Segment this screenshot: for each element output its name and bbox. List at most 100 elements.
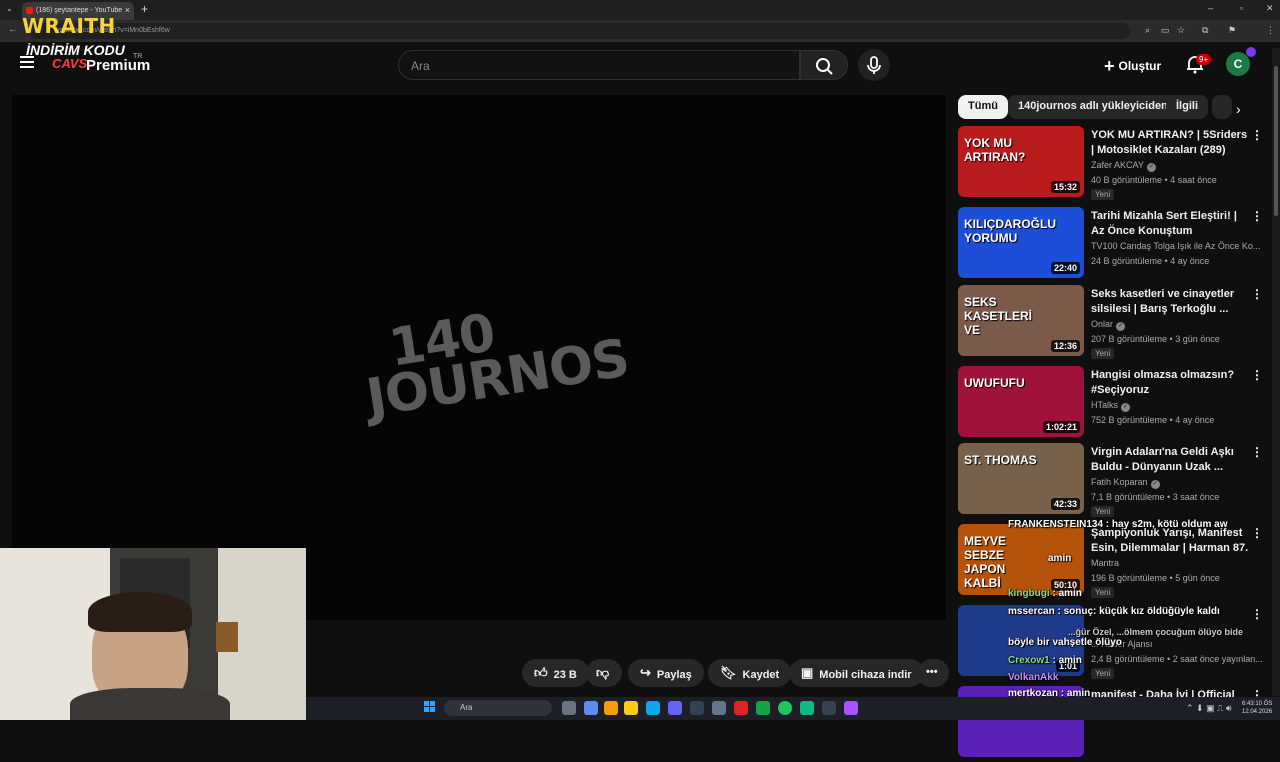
- minimize-button[interactable]: –: [1208, 3, 1213, 13]
- more-vertical-icon[interactable]: ⋮: [1251, 209, 1263, 223]
- chat-username[interactable]: kingbugi: [1008, 588, 1050, 599]
- thumbs-up-icon: 👍︎: [534, 665, 548, 680]
- app2-icon[interactable]: [712, 701, 726, 715]
- video-meta: 196 B görüntüleme • 5 gün önce: [1091, 573, 1220, 583]
- channel-name-text: HTalks: [1091, 400, 1119, 410]
- video-player[interactable]: 140 JOURNOS: [12, 95, 946, 620]
- url-field[interactable]: youtube.com/watch?v=iMn0bEshf6w: [30, 23, 1130, 39]
- chat-username[interactable]: FRANKENSTEIN134: [1008, 519, 1103, 530]
- new-tab-button[interactable]: +: [141, 2, 148, 16]
- windows-start-icon[interactable]: [424, 701, 436, 713]
- maximize-button[interactable]: ▫: [1240, 3, 1243, 13]
- taskview-icon[interactable]: [562, 701, 576, 715]
- youtube-favicon-icon: [26, 7, 33, 14]
- extensions-icon[interactable]: ⧉: [1202, 25, 1208, 36]
- video-thumbnail[interactable]: UWUFUFU 1:02:21: [958, 366, 1084, 437]
- system-tray-icons[interactable]: ⌃ ⬇ ▣ ⎍ 🔊︎: [1186, 703, 1232, 714]
- more-vertical-icon[interactable]: ⋮: [1251, 445, 1263, 459]
- app4-icon[interactable]: [756, 701, 770, 715]
- app5-icon[interactable]: [800, 701, 814, 715]
- close-window-button[interactable]: ✕: [1266, 3, 1274, 14]
- chat-username[interactable]: VolkanAkk: [1008, 672, 1058, 683]
- hamburger-menu-icon[interactable]: [20, 56, 34, 71]
- bookmark-star-icon[interactable]: ☆: [1177, 25, 1185, 36]
- video-title[interactable]: Seks kasetleri ve cinayetler silsilesi |…: [1091, 287, 1251, 317]
- chat-username[interactable]: mssercan: [1008, 606, 1055, 617]
- taskbar-clock[interactable]: 6:43:10 ÖS 12.04.2026: [1242, 700, 1272, 716]
- chat-message: FRANKENSTEIN134 : hay s2m, kötü oldum aw: [1008, 519, 1228, 530]
- more-vertical-icon[interactable]: ⋮: [1251, 607, 1263, 621]
- video-thumbnail[interactable]: ST. THOMAS 42:33: [958, 443, 1084, 514]
- discord-icon[interactable]: [668, 701, 682, 715]
- video-title[interactable]: Hangisi olmazsa olmazsın? #Seçiyoruz: [1091, 368, 1251, 398]
- more-vertical-icon[interactable]: ⋮: [1251, 526, 1263, 540]
- search-button[interactable]: [800, 50, 848, 80]
- recommended-video[interactable]: ST. THOMAS 42:33 Virgin Adaları'na Geldi A…: [958, 443, 1270, 519]
- download-button[interactable]: ▣ Mobil cihaza indir: [789, 659, 924, 687]
- channel-name[interactable]: HTalks ✓: [1091, 400, 1261, 412]
- app6-icon[interactable]: [822, 701, 836, 715]
- chevron-right-icon[interactable]: ›: [1236, 101, 1241, 117]
- chip-all[interactable]: Tümü: [958, 95, 1008, 119]
- voice-search-button[interactable]: [858, 49, 890, 81]
- video-meta: 24 B görüntüleme • 4 ay önce: [1091, 256, 1210, 266]
- spotify-icon[interactable]: [778, 701, 792, 715]
- video-thumbnail[interactable]: YOK MU ARTIRAN? 15:32: [958, 126, 1084, 197]
- page-scrollbar[interactable]: [1272, 48, 1280, 696]
- browser-menu-icon[interactable]: ⋮: [1266, 25, 1275, 36]
- more-vertical-icon[interactable]: ⋮: [1251, 287, 1263, 301]
- chrome-icon[interactable]: [604, 701, 618, 715]
- account-avatar[interactable]: C: [1226, 52, 1250, 76]
- share-button[interactable]: ↪ Paylaş: [628, 659, 704, 687]
- video-thumbnail[interactable]: KILIÇDAROĞLU YORUMU 22:40: [958, 207, 1084, 278]
- channel-name[interactable]: Fatih Koparan ✓: [1091, 477, 1261, 489]
- profile-icon[interactable]: ⚑: [1228, 25, 1236, 36]
- file-explorer-icon[interactable]: [624, 701, 638, 715]
- chip-related[interactable]: İlgili: [1166, 95, 1208, 119]
- chip-more[interactable]: [1212, 95, 1232, 119]
- recommended-video[interactable]: MEYVE SEBZE JAPON KALBİ 50:10 Şampiyonluk …: [958, 524, 1270, 600]
- recommended-video[interactable]: YOK MU ARTIRAN? 15:32 YOK MU ARTIRAN? | 5S…: [958, 126, 1270, 202]
- channel-name[interactable]: Onlar ✓: [1091, 319, 1261, 331]
- save-button[interactable]: 🔖︎ Kaydet: [708, 659, 792, 687]
- video-title[interactable]: Şampiyonluk Yarışı, Manifest Esin, Dilem…: [1091, 526, 1251, 557]
- app-icon[interactable]: [690, 701, 704, 715]
- recommended-video[interactable]: KILIÇDAROĞLU YORUMU 22:40 Tarihi Mizahla S…: [958, 207, 1270, 283]
- browser-avatar[interactable]: [1246, 47, 1256, 57]
- video-title[interactable]: YOK MU ARTIRAN? | 5Sriders | Motosiklet …: [1091, 128, 1251, 158]
- create-button[interactable]: + Oluştur: [1104, 54, 1161, 76]
- channel-name[interactable]: Mantra: [1091, 558, 1261, 568]
- tab-menu-icon[interactable]: ⌄: [6, 4, 13, 13]
- channel-name[interactable]: TV100 Candaş Tolga Işık ile Az Önce Ko..…: [1091, 241, 1261, 251]
- video-meta: 752 B görüntüleme • 4 ay önce: [1091, 415, 1215, 425]
- taskbar-search[interactable]: Ara: [444, 700, 552, 716]
- region-label: TR: [133, 53, 143, 60]
- back-arrow-icon[interactable]: ←: [8, 24, 18, 35]
- zoom-icon[interactable]: ⌕: [1145, 25, 1150, 36]
- scrollbar-thumb[interactable]: [1274, 66, 1278, 216]
- chat-username[interactable]: Crexow1: [1008, 655, 1050, 666]
- copilot-icon[interactable]: [584, 701, 598, 715]
- video-title[interactable]: Tarihi Mizahla Sert Eleştiri! | Az Önce …: [1091, 209, 1251, 239]
- channel-name[interactable]: Zafer AKCAY ✓: [1091, 160, 1261, 172]
- more-vertical-icon[interactable]: ⋮: [1251, 128, 1263, 142]
- video-title[interactable]: Virgin Adaları'na Geldi Aşkı Buldu - Dün…: [1091, 445, 1251, 475]
- recommended-video[interactable]: SEKS KASETLERİ VE 12:36 Seks kasetleri ve …: [958, 285, 1270, 361]
- video-thumbnail[interactable]: SEKS KASETLERİ VE 12:36: [958, 285, 1084, 356]
- search-input[interactable]: Ara: [398, 50, 800, 80]
- cast-icon[interactable]: ▭: [1161, 25, 1170, 36]
- dislike-button[interactable]: 👎︎: [586, 659, 622, 687]
- more-vertical-icon[interactable]: ⋮: [1251, 368, 1263, 382]
- edge-icon[interactable]: [646, 701, 660, 715]
- like-button[interactable]: 👍︎ 23 B: [522, 659, 589, 687]
- tab-close-icon[interactable]: ×: [125, 5, 130, 15]
- chat-text: hay s2m, kötü oldum aw: [1111, 519, 1228, 530]
- chip-from-uploader[interactable]: 140journos adlı yükleyiciden: [1008, 95, 1178, 119]
- more-actions-button[interactable]: •••: [917, 659, 949, 687]
- video-meta: 207 B görüntüleme • 3 gün önce: [1091, 334, 1220, 344]
- chat-text: amin: [1058, 588, 1082, 599]
- obs-icon[interactable]: [844, 701, 858, 715]
- recommended-video[interactable]: UWUFUFU 1:02:21 Hangisi olmazsa olmazsın? …: [958, 366, 1270, 442]
- plus-icon: +: [1104, 56, 1115, 76]
- app3-icon[interactable]: [734, 701, 748, 715]
